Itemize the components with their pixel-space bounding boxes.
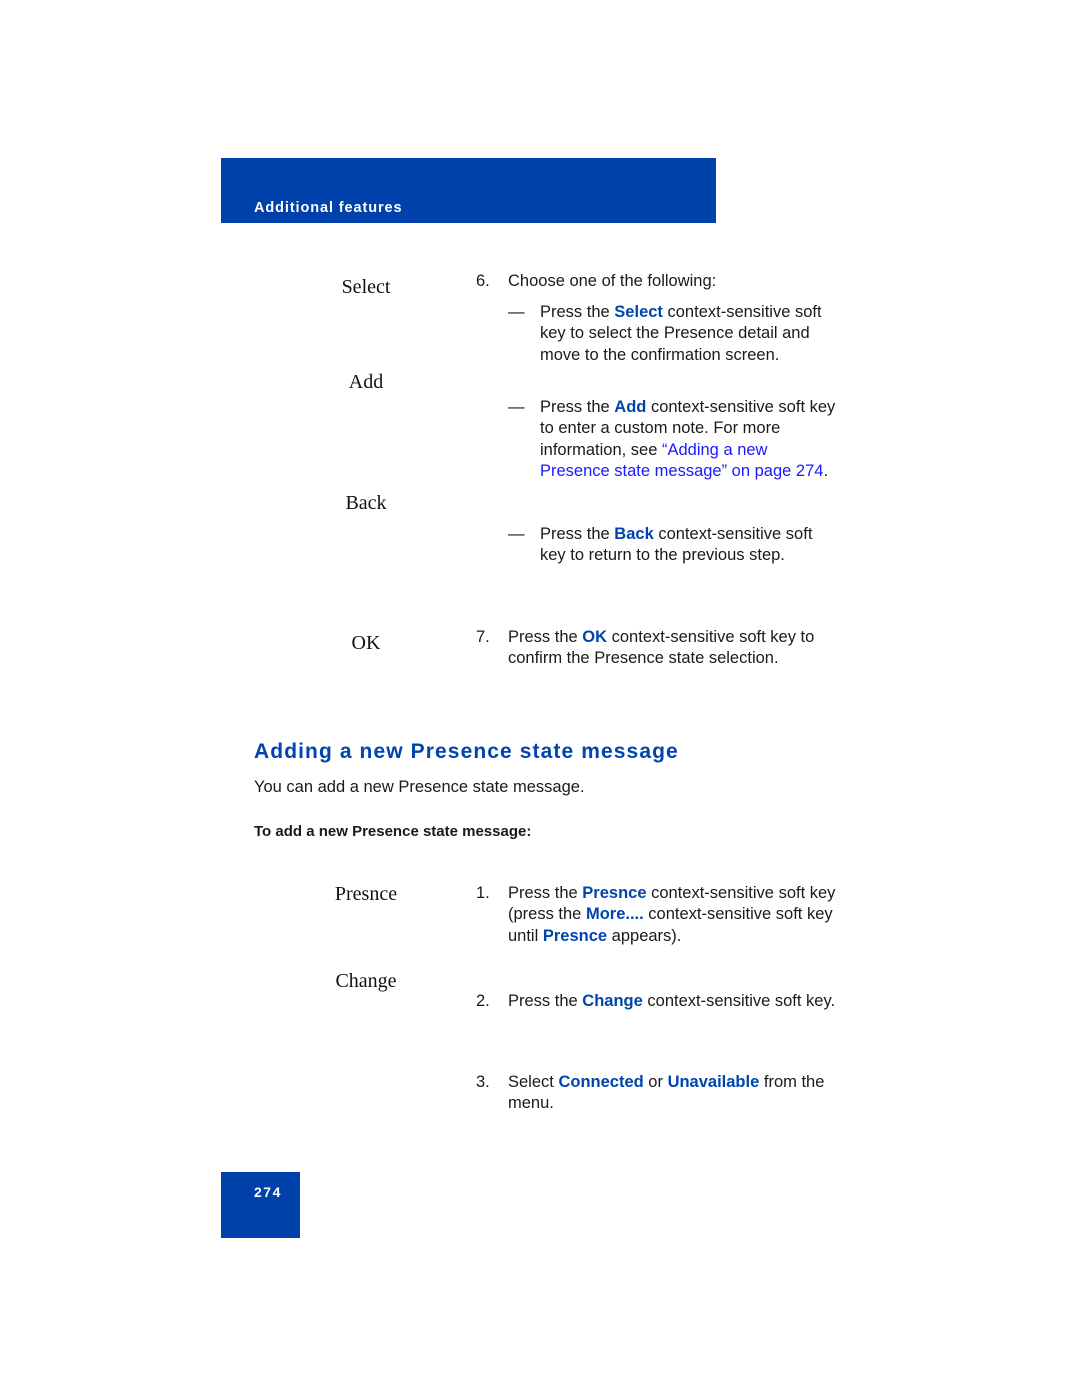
softkey-ok: OK: [351, 632, 381, 654]
section-title: Adding a new Presence state message: [254, 740, 679, 763]
step-6: 6. Choose one of the following:: [476, 271, 836, 292]
softkey-select: Select: [341, 276, 391, 298]
step-text: Choose one of the following:: [508, 272, 717, 290]
step-number: 1.: [476, 884, 490, 902]
keyword-presnce: Presnce: [542, 926, 608, 945]
keyword-more: More....: [585, 905, 644, 924]
dash: —: [508, 525, 525, 543]
step-number: 2.: [476, 992, 490, 1010]
keyword-back: Back: [614, 525, 654, 543]
procedure-title: To add a new Presence state message:: [254, 823, 532, 840]
page-number-box: 274: [221, 1172, 300, 1238]
keyword-change: Change: [582, 992, 643, 1010]
option-add: — Press the Add context-sensitive soft k…: [508, 398, 836, 480]
dash: —: [508, 398, 525, 416]
step-2: 2. Press the Change context-sensitive so…: [476, 991, 836, 1012]
step-number: 3.: [476, 1073, 490, 1091]
step-number: 7.: [476, 628, 490, 646]
step-7: 7. Press the OK context-sensitive soft k…: [476, 628, 815, 668]
option-select: — Press the Select context-sensitive sof…: [508, 303, 822, 364]
step-number: 6.: [476, 272, 490, 290]
step-3: 3. Select Connected or Unavailable from …: [476, 1073, 825, 1113]
page-number: 274: [254, 1184, 282, 1200]
keyword-add: Add: [614, 398, 647, 416]
section-intro: You can add a new Presence state message…: [254, 778, 585, 796]
softkey-back: Back: [345, 492, 387, 514]
keyword-ok: OK: [582, 628, 608, 646]
softkey-presnce: Presnce: [334, 883, 398, 905]
dash: —: [508, 303, 525, 321]
softkey-add: Add: [348, 371, 384, 393]
header-band: Additional features: [221, 158, 716, 223]
option-back: — Press the Back context-sensitive soft …: [508, 525, 813, 565]
section-header-label: Additional features: [254, 200, 403, 216]
keyword-connected: Connected: [558, 1073, 644, 1091]
keyword-unavailable: Unavailable: [667, 1073, 760, 1091]
softkey-change: Change: [335, 970, 397, 992]
keyword-presnce: Presnce: [582, 884, 647, 902]
step-1: 1. Press the Presnce context-sensitive s…: [476, 884, 836, 945]
keyword-select: Select: [614, 303, 663, 321]
